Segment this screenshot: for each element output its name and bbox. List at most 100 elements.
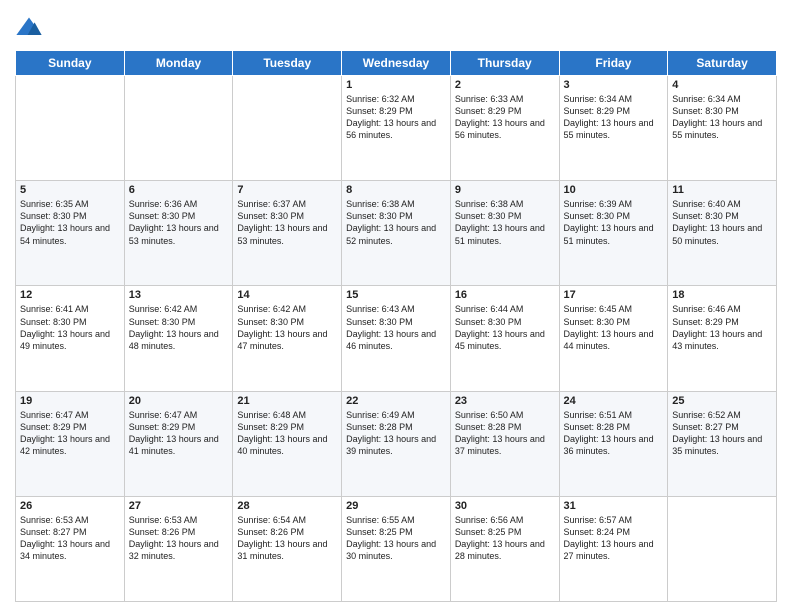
- day-cell: [233, 76, 342, 181]
- day-number: 26: [20, 500, 120, 512]
- day-cell: 25 Sunrise: 6:52 AM Sunset: 8:27 PM Dayli…: [668, 391, 777, 496]
- day-cell: 1 Sunrise: 6:32 AM Sunset: 8:29 PM Daylig…: [342, 76, 451, 181]
- day-info: Sunrise: 6:48 AM Sunset: 8:29 PM Dayligh…: [237, 409, 337, 458]
- day-info: Sunrise: 6:49 AM Sunset: 8:28 PM Dayligh…: [346, 409, 446, 458]
- day-number: 10: [564, 184, 664, 196]
- day-info: Sunrise: 6:44 AM Sunset: 8:30 PM Dayligh…: [455, 303, 555, 352]
- day-number: 1: [346, 79, 446, 91]
- day-info: Sunrise: 6:47 AM Sunset: 8:29 PM Dayligh…: [20, 409, 120, 458]
- day-cell: 17 Sunrise: 6:45 AM Sunset: 8:30 PM Dayli…: [559, 286, 668, 391]
- calendar-table: SundayMondayTuesdayWednesdayThursdayFrid…: [15, 50, 777, 602]
- day-info: Sunrise: 6:39 AM Sunset: 8:30 PM Dayligh…: [564, 198, 664, 247]
- day-cell: 10 Sunrise: 6:39 AM Sunset: 8:30 PM Dayli…: [559, 181, 668, 286]
- day-number: 8: [346, 184, 446, 196]
- week-row-4: 26Sunrise: 6:53 AM Sunset: 8:27 PM Dayli…: [16, 496, 777, 601]
- day-number: 24: [564, 395, 664, 407]
- calendar-body: 1 Sunrise: 6:32 AM Sunset: 8:29 PM Daylig…: [16, 76, 777, 602]
- day-cell: 8 Sunrise: 6:38 AM Sunset: 8:30 PM Daylig…: [342, 181, 451, 286]
- day-number: 2: [455, 79, 555, 91]
- day-number: 27: [129, 500, 229, 512]
- day-cell: 23 Sunrise: 6:50 AM Sunset: 8:28 PM Dayli…: [450, 391, 559, 496]
- day-cell: 18 Sunrise: 6:46 AM Sunset: 8:29 PM Dayli…: [668, 286, 777, 391]
- day-number: 28: [237, 500, 337, 512]
- day-number: 23: [455, 395, 555, 407]
- day-cell: 15 Sunrise: 6:43 AM Sunset: 8:30 PM Dayli…: [342, 286, 451, 391]
- day-cell: [16, 76, 125, 181]
- day-number: 3: [564, 79, 664, 91]
- day-number: 7: [237, 184, 337, 196]
- day-info: Sunrise: 6:54 AM Sunset: 8:26 PM Dayligh…: [237, 514, 337, 563]
- day-header-friday: Friday: [559, 51, 668, 76]
- day-cell: 12Sunrise: 6:41 AM Sunset: 8:30 PM Dayli…: [16, 286, 125, 391]
- day-header-monday: Monday: [124, 51, 233, 76]
- day-number: 29: [346, 500, 446, 512]
- day-cell: 5 Sunrise: 6:35 AM Sunset: 8:30 PM Daylig…: [16, 181, 125, 286]
- day-cell: 2 Sunrise: 6:33 AM Sunset: 8:29 PM Daylig…: [450, 76, 559, 181]
- day-info: Sunrise: 6:56 AM Sunset: 8:25 PM Dayligh…: [455, 514, 555, 563]
- logo-icon: [15, 14, 43, 42]
- day-cell: 16Sunrise: 6:44 AM Sunset: 8:30 PM Dayli…: [450, 286, 559, 391]
- day-number: 6: [129, 184, 229, 196]
- day-info: Sunrise: 6:37 AM Sunset: 8:30 PM Dayligh…: [237, 198, 337, 247]
- day-header-tuesday: Tuesday: [233, 51, 342, 76]
- header-row: SundayMondayTuesdayWednesdayThursdayFrid…: [16, 51, 777, 76]
- calendar-header: SundayMondayTuesdayWednesdayThursdayFrid…: [16, 51, 777, 76]
- day-info: Sunrise: 6:45 AM Sunset: 8:30 PM Dayligh…: [564, 303, 664, 352]
- day-cell: 27 Sunrise: 6:53 AM Sunset: 8:26 PM Dayli…: [124, 496, 233, 601]
- day-number: 12: [20, 289, 120, 301]
- day-info: Sunrise: 6:57 AM Sunset: 8:24 PM Dayligh…: [564, 514, 664, 563]
- day-number: 25: [672, 395, 772, 407]
- day-info: Sunrise: 6:42 AM Sunset: 8:30 PM Dayligh…: [237, 303, 337, 352]
- day-info: Sunrise: 6:35 AM Sunset: 8:30 PM Dayligh…: [20, 198, 120, 247]
- day-info: Sunrise: 6:53 AM Sunset: 8:26 PM Dayligh…: [129, 514, 229, 563]
- day-number: 21: [237, 395, 337, 407]
- week-row-0: 1 Sunrise: 6:32 AM Sunset: 8:29 PM Daylig…: [16, 76, 777, 181]
- day-cell: 6 Sunrise: 6:36 AM Sunset: 8:30 PM Daylig…: [124, 181, 233, 286]
- day-info: Sunrise: 6:34 AM Sunset: 8:29 PM Dayligh…: [564, 93, 664, 142]
- day-number: 19: [20, 395, 120, 407]
- day-cell: [668, 496, 777, 601]
- day-info: Sunrise: 6:38 AM Sunset: 8:30 PM Dayligh…: [346, 198, 446, 247]
- day-cell: 20Sunrise: 6:47 AM Sunset: 8:29 PM Dayli…: [124, 391, 233, 496]
- day-cell: 11Sunrise: 6:40 AM Sunset: 8:30 PM Dayli…: [668, 181, 777, 286]
- day-cell: 22 Sunrise: 6:49 AM Sunset: 8:28 PM Dayli…: [342, 391, 451, 496]
- day-cell: 30 Sunrise: 6:56 AM Sunset: 8:25 PM Dayli…: [450, 496, 559, 601]
- day-number: 30: [455, 500, 555, 512]
- header: [15, 10, 777, 42]
- day-cell: 7 Sunrise: 6:37 AM Sunset: 8:30 PM Daylig…: [233, 181, 342, 286]
- day-cell: 31Sunrise: 6:57 AM Sunset: 8:24 PM Dayli…: [559, 496, 668, 601]
- day-header-sunday: Sunday: [16, 51, 125, 76]
- day-info: Sunrise: 6:33 AM Sunset: 8:29 PM Dayligh…: [455, 93, 555, 142]
- day-number: 14: [237, 289, 337, 301]
- day-number: 4: [672, 79, 772, 91]
- day-info: Sunrise: 6:43 AM Sunset: 8:30 PM Dayligh…: [346, 303, 446, 352]
- day-cell: 13 Sunrise: 6:42 AM Sunset: 8:30 PM Dayli…: [124, 286, 233, 391]
- day-info: Sunrise: 6:36 AM Sunset: 8:30 PM Dayligh…: [129, 198, 229, 247]
- week-row-3: 19 Sunrise: 6:47 AM Sunset: 8:29 PM Dayli…: [16, 391, 777, 496]
- page: SundayMondayTuesdayWednesdayThursdayFrid…: [0, 0, 792, 612]
- day-info: Sunrise: 6:50 AM Sunset: 8:28 PM Dayligh…: [455, 409, 555, 458]
- day-info: Sunrise: 6:32 AM Sunset: 8:29 PM Dayligh…: [346, 93, 446, 142]
- day-info: Sunrise: 6:55 AM Sunset: 8:25 PM Dayligh…: [346, 514, 446, 563]
- week-row-1: 5 Sunrise: 6:35 AM Sunset: 8:30 PM Daylig…: [16, 181, 777, 286]
- day-number: 18: [672, 289, 772, 301]
- day-number: 15: [346, 289, 446, 301]
- day-number: 13: [129, 289, 229, 301]
- day-number: 11: [672, 184, 772, 196]
- day-info: Sunrise: 6:47 AM Sunset: 8:29 PM Dayligh…: [129, 409, 229, 458]
- day-cell: 4 Sunrise: 6:34 AM Sunset: 8:30 PM Daylig…: [668, 76, 777, 181]
- day-info: Sunrise: 6:42 AM Sunset: 8:30 PM Dayligh…: [129, 303, 229, 352]
- day-number: 5: [20, 184, 120, 196]
- day-info: Sunrise: 6:34 AM Sunset: 8:30 PM Dayligh…: [672, 93, 772, 142]
- day-info: Sunrise: 6:38 AM Sunset: 8:30 PM Dayligh…: [455, 198, 555, 247]
- day-info: Sunrise: 6:52 AM Sunset: 8:27 PM Dayligh…: [672, 409, 772, 458]
- day-header-thursday: Thursday: [450, 51, 559, 76]
- day-cell: 19 Sunrise: 6:47 AM Sunset: 8:29 PM Dayli…: [16, 391, 125, 496]
- day-cell: 26Sunrise: 6:53 AM Sunset: 8:27 PM Dayli…: [16, 496, 125, 601]
- day-cell: [124, 76, 233, 181]
- day-info: Sunrise: 6:46 AM Sunset: 8:29 PM Dayligh…: [672, 303, 772, 352]
- day-cell: 24Sunrise: 6:51 AM Sunset: 8:28 PM Dayli…: [559, 391, 668, 496]
- day-number: 22: [346, 395, 446, 407]
- day-number: 9: [455, 184, 555, 196]
- day-number: 17: [564, 289, 664, 301]
